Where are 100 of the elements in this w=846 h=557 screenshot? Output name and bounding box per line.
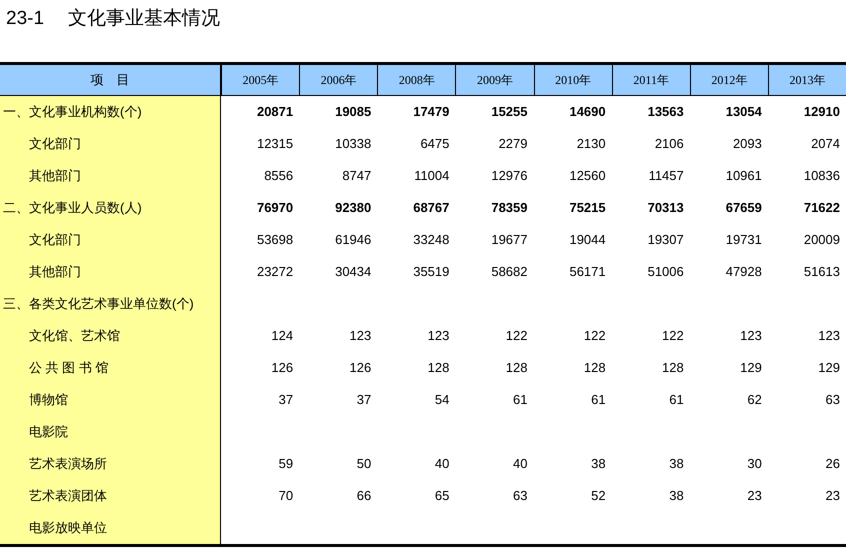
table-cell-text: 51613: [802, 263, 841, 282]
table-cell-text: 123: [426, 327, 450, 346]
table-cell-text: 15255: [490, 103, 528, 122]
table-cell-text: 71622: [802, 199, 841, 218]
row-label: 电影放映单位: [0, 512, 221, 544]
table-cell-text: 30: [746, 455, 763, 474]
table-cell-text: 38: [668, 455, 685, 474]
table-cell-text: 2074: [810, 135, 841, 154]
row-label: 电影院: [0, 416, 221, 448]
table-cell-text: 123: [739, 327, 763, 346]
table-cell-text: 126: [270, 359, 294, 378]
column-header: 2012年: [690, 65, 768, 95]
table-cell-text: 13054: [724, 103, 763, 122]
table-cell-text: 128: [661, 359, 685, 378]
table-cell-text: 50: [356, 455, 372, 474]
table-cell-text: 122: [504, 327, 528, 346]
table-cell-text: 51006: [646, 263, 685, 282]
row-label: 艺术表演场所: [0, 448, 221, 480]
table-cell-text: 12315: [256, 135, 294, 154]
table-cell-text: 8556: [263, 167, 294, 186]
row-label: 一、文化事业机构数(个): [0, 96, 221, 128]
table-cell-text: 63: [824, 391, 841, 410]
table-cell-text: 61946: [334, 231, 372, 250]
column-header: 2013年: [768, 65, 846, 95]
row-label: 文化部门: [0, 224, 221, 256]
table-cell-text: 23: [746, 487, 763, 506]
table-cell-text: 122: [661, 327, 685, 346]
table-cell-text: 123: [817, 327, 841, 346]
table-cell-text: 38: [590, 455, 607, 474]
table-cell-text: 37: [278, 391, 294, 410]
column-header: 2011年: [612, 65, 690, 95]
table-cell-text: 12910: [802, 103, 841, 122]
row-label: 博物馆: [0, 384, 221, 416]
table-cell-text: 12560: [568, 167, 607, 186]
table-cell-text: 67659: [724, 199, 763, 218]
table-cell-text: 19307: [646, 231, 685, 250]
table-cell-text: 128: [426, 359, 450, 378]
table-number: 23-1: [6, 6, 44, 31]
table-cell-text: 58682: [490, 263, 528, 282]
table-cell-text: 47928: [724, 263, 763, 282]
table-cell-text: 63: [512, 487, 528, 506]
table-cell-text: 40: [434, 455, 450, 474]
table-cell-text: 38: [668, 487, 685, 506]
table-cell-text: 2130: [576, 135, 607, 154]
column-header: 2010年: [534, 65, 612, 95]
column-header: 2006年: [299, 65, 378, 95]
table-cell-text: 11004: [413, 167, 450, 186]
row-label: 艺术表演团体: [0, 480, 221, 512]
table-cell-text: 10338: [334, 135, 372, 154]
table-cell-text: 19044: [568, 231, 607, 250]
row-label: 文化部门: [0, 128, 221, 160]
table-cell-text: 54: [434, 391, 450, 410]
column-header: 2005年: [221, 65, 300, 95]
table-cell-text: 68767: [412, 199, 450, 218]
table-cell-text: 19085: [334, 103, 372, 122]
table-cell-text: 13563: [646, 103, 685, 122]
table-cell-text: 8747: [341, 167, 372, 186]
table-cell-text: 59: [278, 455, 294, 474]
table-cell-text: 11457: [648, 167, 685, 186]
table-cell-text: 66: [356, 487, 372, 506]
table-cell-text: 33248: [412, 231, 450, 250]
table-cell-text: 129: [739, 359, 763, 378]
table-cell-text: 10836: [802, 167, 841, 186]
table-cell-text: 17479: [412, 103, 450, 122]
table-cell-text: 19677: [490, 231, 528, 250]
table-cell-text: 128: [504, 359, 528, 378]
table-cell-text: 14690: [568, 103, 607, 122]
table-cell-text: 40: [512, 455, 528, 474]
row-label: 文化馆、艺术馆: [0, 320, 221, 352]
table-cell-text: 20871: [256, 103, 294, 122]
table-cell-text: 62: [746, 391, 763, 410]
table-cell-text: 70: [278, 487, 294, 506]
page-title: 文化事业基本情况: [68, 6, 220, 31]
table-cell-text: 70313: [646, 199, 685, 218]
table-cell-text: 26: [824, 455, 841, 474]
table-cell-text: 65: [434, 487, 450, 506]
table-cell-text: 10961: [724, 167, 763, 186]
table-cell-text: 61: [512, 391, 528, 410]
table-cell-text: 35519: [412, 263, 450, 282]
table-cell-text: 61: [668, 391, 685, 410]
table-cell-text: 23: [824, 487, 841, 506]
table-cell-text: 12976: [490, 167, 528, 186]
table-cell-text: 76970: [256, 199, 294, 218]
table-cell-text: 19731: [724, 231, 763, 250]
table-cell-text: 75215: [568, 199, 607, 218]
row-label: 三、各类文化艺术事业单位数(个): [0, 288, 221, 320]
table-cell-text: 52: [590, 487, 607, 506]
table-cell-text: 2106: [654, 135, 685, 154]
column-header: 2008年: [377, 65, 456, 95]
table-cell-text: 6475: [419, 135, 450, 154]
row-label: 其他部门: [0, 160, 221, 192]
table-cell-text: 129: [817, 359, 841, 378]
column-header: 2009年: [455, 65, 534, 95]
row-label: 二、文化事业人员数(人): [0, 192, 221, 224]
table-cell-text: 37: [356, 391, 372, 410]
table-cell-text: 122: [582, 327, 607, 346]
table-cell-text: 23272: [256, 263, 294, 282]
table-cell-text: 53698: [256, 231, 294, 250]
table-cell-text: 2093: [732, 135, 763, 154]
table-cell-text: 123: [348, 327, 372, 346]
